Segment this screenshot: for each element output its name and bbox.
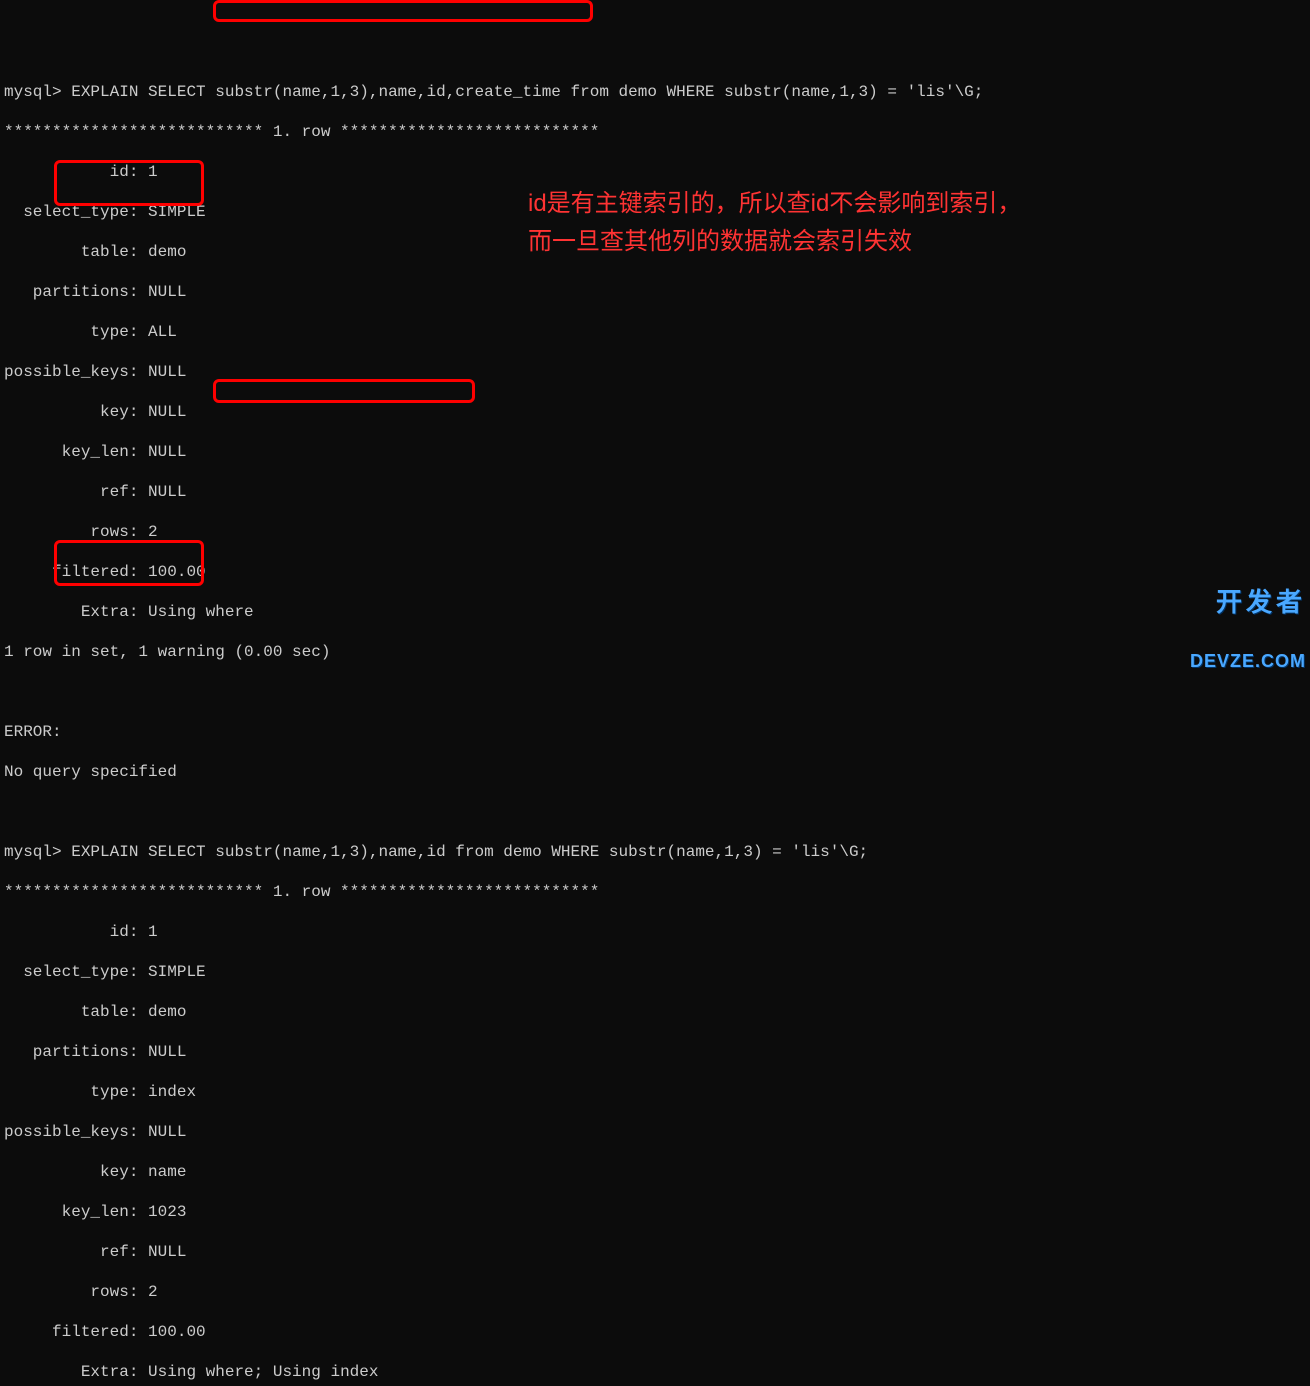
field-rows: rows: 2	[4, 522, 1306, 542]
sql-pre: EXPLAIN SELECT	[71, 83, 215, 101]
field-filtered: filtered: 100.00	[4, 562, 1306, 582]
highlight-box-select-columns-2	[213, 379, 475, 403]
sql-post: from demo WHERE substr(name,1,3) = 'lis'…	[561, 83, 983, 101]
watermark-big: 开发者	[1190, 588, 1306, 617]
sql-pre: EXPLAIN SELECT	[71, 843, 215, 861]
field-id: id: 1	[4, 922, 1306, 942]
field-filtered: filtered: 100.00	[4, 1322, 1306, 1342]
field-select-type: select_type: SIMPLE	[4, 962, 1306, 982]
field-type: type: ALL	[4, 322, 1306, 342]
field-possible-keys: possible_keys: NULL	[4, 362, 1306, 382]
field-rows: rows: 2	[4, 1282, 1306, 1302]
field-table: table: demo	[4, 1002, 1306, 1022]
field-partitions: partitions: NULL	[4, 1042, 1306, 1062]
mysql-prompt: mysql>	[4, 843, 71, 861]
query1-line: mysql> EXPLAIN SELECT substr(name,1,3),n…	[4, 82, 1306, 102]
field-ref: ref: NULL	[4, 1242, 1306, 1262]
field-key: key: NULL	[4, 402, 1306, 422]
query1-footer: 1 row in set, 1 warning (0.00 sec)	[4, 642, 1306, 662]
query2-line: mysql> EXPLAIN SELECT substr(name,1,3),n…	[4, 842, 1306, 862]
error-line2: No query specified	[4, 762, 1306, 782]
row-header: *************************** 1. row *****…	[4, 122, 1306, 142]
annotation-line2: 而一旦查其他列的数据就会索引失效	[528, 228, 912, 255]
field-extra: Extra: Using where; Using index	[4, 1362, 1306, 1382]
field-key-len: key_len: NULL	[4, 442, 1306, 462]
field-type: type: index	[4, 1082, 1306, 1102]
blank-line	[4, 802, 1306, 822]
blank-line	[4, 682, 1306, 702]
sql-boxed: substr(name,1,3),name,id,create_time	[215, 83, 561, 101]
field-ref: ref: NULL	[4, 482, 1306, 502]
watermark: 开发者 DEVZE.COM	[1190, 553, 1306, 689]
watermark-small: DEVZE.COM	[1190, 652, 1306, 672]
field-id: id: 1	[4, 162, 1306, 182]
mysql-prompt: mysql>	[4, 83, 71, 101]
sql-post: from demo WHERE substr(name,1,3) = 'lis'…	[446, 843, 868, 861]
field-possible-keys: possible_keys: NULL	[4, 1122, 1306, 1142]
field-partitions: partitions: NULL	[4, 282, 1306, 302]
field-key: key: name	[4, 1162, 1306, 1182]
field-key-len: key_len: 1023	[4, 1202, 1306, 1222]
annotation-text: id是有主键索引的，所以查id不会影响到索引， 而一旦查其他列的数据就会索引失效	[528, 185, 1021, 262]
field-extra: Extra: Using where	[4, 602, 1306, 622]
sql-boxed: substr(name,1,3),name,id	[215, 843, 445, 861]
annotation-line1: id是有主键索引的，所以查id不会影响到索引，	[528, 190, 1021, 217]
row-header: *************************** 1. row *****…	[4, 882, 1306, 902]
highlight-box-select-columns-1	[213, 0, 593, 22]
error-line1: ERROR:	[4, 722, 1306, 742]
